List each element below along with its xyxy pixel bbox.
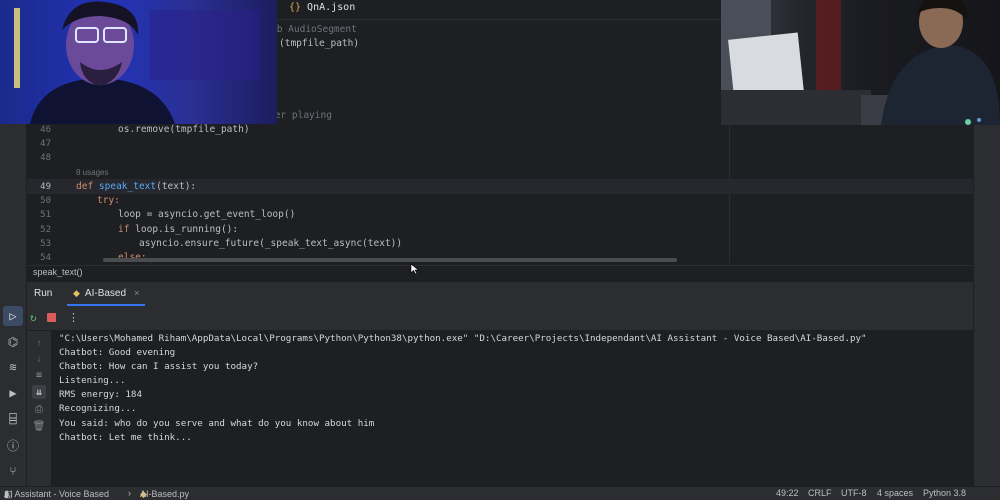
python-file-icon: ◆ [73, 287, 80, 298]
webcam-person-image [14, 1, 260, 124]
status-cursor-position[interactable]: 49:22 [776, 488, 799, 498]
scroll-up-icon[interactable]: ↑ [32, 336, 46, 350]
status-separator: › [128, 488, 131, 498]
status-interpreter[interactable]: Python 3.8 [923, 488, 966, 498]
python-packages-icon[interactable]: ⌬ [5, 334, 21, 350]
services-icon[interactable]: ▶ [5, 385, 21, 401]
console-line: Listening... [59, 375, 126, 386]
run-toolbar: ↻ ⋮ [27, 306, 973, 331]
code-line: asyncio.ensure_future(_speak_text_async(… [139, 238, 403, 249]
code-line: os.remove(tmpfile_path) [118, 124, 250, 135]
print-icon[interactable]: ⎙ [32, 402, 46, 416]
line-number: 48 [40, 153, 51, 163]
status-line-ending[interactable]: CRLF [808, 488, 832, 498]
line-number: 51 [40, 210, 51, 220]
more-options-icon[interactable]: ⋮ [68, 311, 79, 324]
console-side-toolbar: ↑ ↓ ≡ ⇊ ⎙ 🗑 [27, 331, 51, 486]
stop-icon[interactable] [47, 313, 56, 322]
right-tool-strip [973, 125, 1000, 486]
line-number: 50 [40, 196, 51, 206]
run-tab-ai-based[interactable]: ◆ AI-Based × [67, 282, 146, 306]
trash-icon[interactable]: 🗑 [32, 419, 46, 433]
breadcrumb: speak_text() [27, 265, 973, 281]
line-number: 47 [40, 139, 51, 149]
partial-code-line: ub AudioSegment [271, 24, 357, 35]
problems-icon[interactable]: ⓘ [5, 437, 21, 453]
json-file-icon: {} [289, 2, 302, 13]
run-tab-label: AI-Based [84, 287, 127, 299]
line-number: 52 [40, 225, 51, 235]
console-line: You said: who do you serve and what do y… [59, 418, 375, 429]
console-output[interactable]: "C:\Users\Mohamed Riham\AppData\Local\Pr… [51, 331, 973, 486]
code-line: if loop.is_running(): [118, 224, 238, 235]
soft-wrap-icon[interactable]: ≡ [32, 368, 46, 382]
line-number: 49 [40, 182, 51, 192]
code-line-def: def speak_text(text): [76, 181, 196, 192]
mouse-cursor-icon [410, 263, 420, 275]
terminal-icon[interactable]: ⌸ [5, 411, 21, 427]
status-encoding[interactable]: UTF-8 [841, 488, 867, 498]
run-panel-header: Run ◆ AI-Based × [27, 282, 973, 306]
code-line: loop = asyncio.get_event_loop() [118, 209, 296, 220]
code-text: (text): [156, 181, 197, 192]
run-tool-icon[interactable]: ▷ [3, 306, 23, 326]
console-line: RMS energy: 184 [59, 389, 142, 400]
console-line: Recognizing... [59, 403, 137, 414]
code-line: try: [97, 195, 120, 206]
code-text: loop.is_running(): [129, 224, 239, 235]
run-panel-title: Run [34, 288, 53, 299]
status-indent[interactable]: 4 spaces [877, 488, 913, 498]
scroll-down-icon[interactable]: ↓ [32, 352, 46, 366]
git-icon[interactable]: ⑂ [5, 463, 21, 479]
line-number: 46 [40, 125, 51, 135]
webcam-room-image [721, 0, 1000, 125]
layers-icon[interactable]: ≋ [5, 359, 21, 375]
keyword: if [118, 224, 130, 235]
rerun-icon[interactable]: ↻ [30, 311, 37, 324]
keyword: def [76, 181, 94, 192]
breadcrumb-item[interactable]: speak_text() [33, 267, 83, 277]
line-number: 53 [40, 239, 51, 249]
function-name: speak_text [98, 181, 157, 192]
status-bar: ◧ AI Assistant - Voice Based › ◆ AI-Base… [0, 486, 1000, 500]
horizontal-scrollbar[interactable] [103, 258, 677, 262]
console-line: Chatbot: Let me think... [59, 432, 192, 443]
partial-code-line: (tmpfile_path) [279, 38, 360, 49]
partial-code-line: cer playing [269, 110, 332, 121]
scroll-to-end-icon[interactable]: ⇊ [32, 385, 46, 399]
console-line: Chatbot: Good evening [59, 347, 176, 358]
line-number: 54 [40, 253, 51, 263]
usages-hint[interactable]: 8 usages [76, 168, 108, 177]
editor-tab-qna-json[interactable]: {} QnA.json [289, 2, 355, 13]
close-tab-icon[interactable]: × [134, 288, 139, 298]
webcam-overlay-left [0, 0, 277, 124]
console-line: Chatbot: How can I assist you today? [59, 361, 259, 372]
webcam-overlay-right [721, 0, 1000, 125]
console-line: "C:\Users\Mohamed Riham\AppData\Local\Pr… [59, 333, 867, 344]
